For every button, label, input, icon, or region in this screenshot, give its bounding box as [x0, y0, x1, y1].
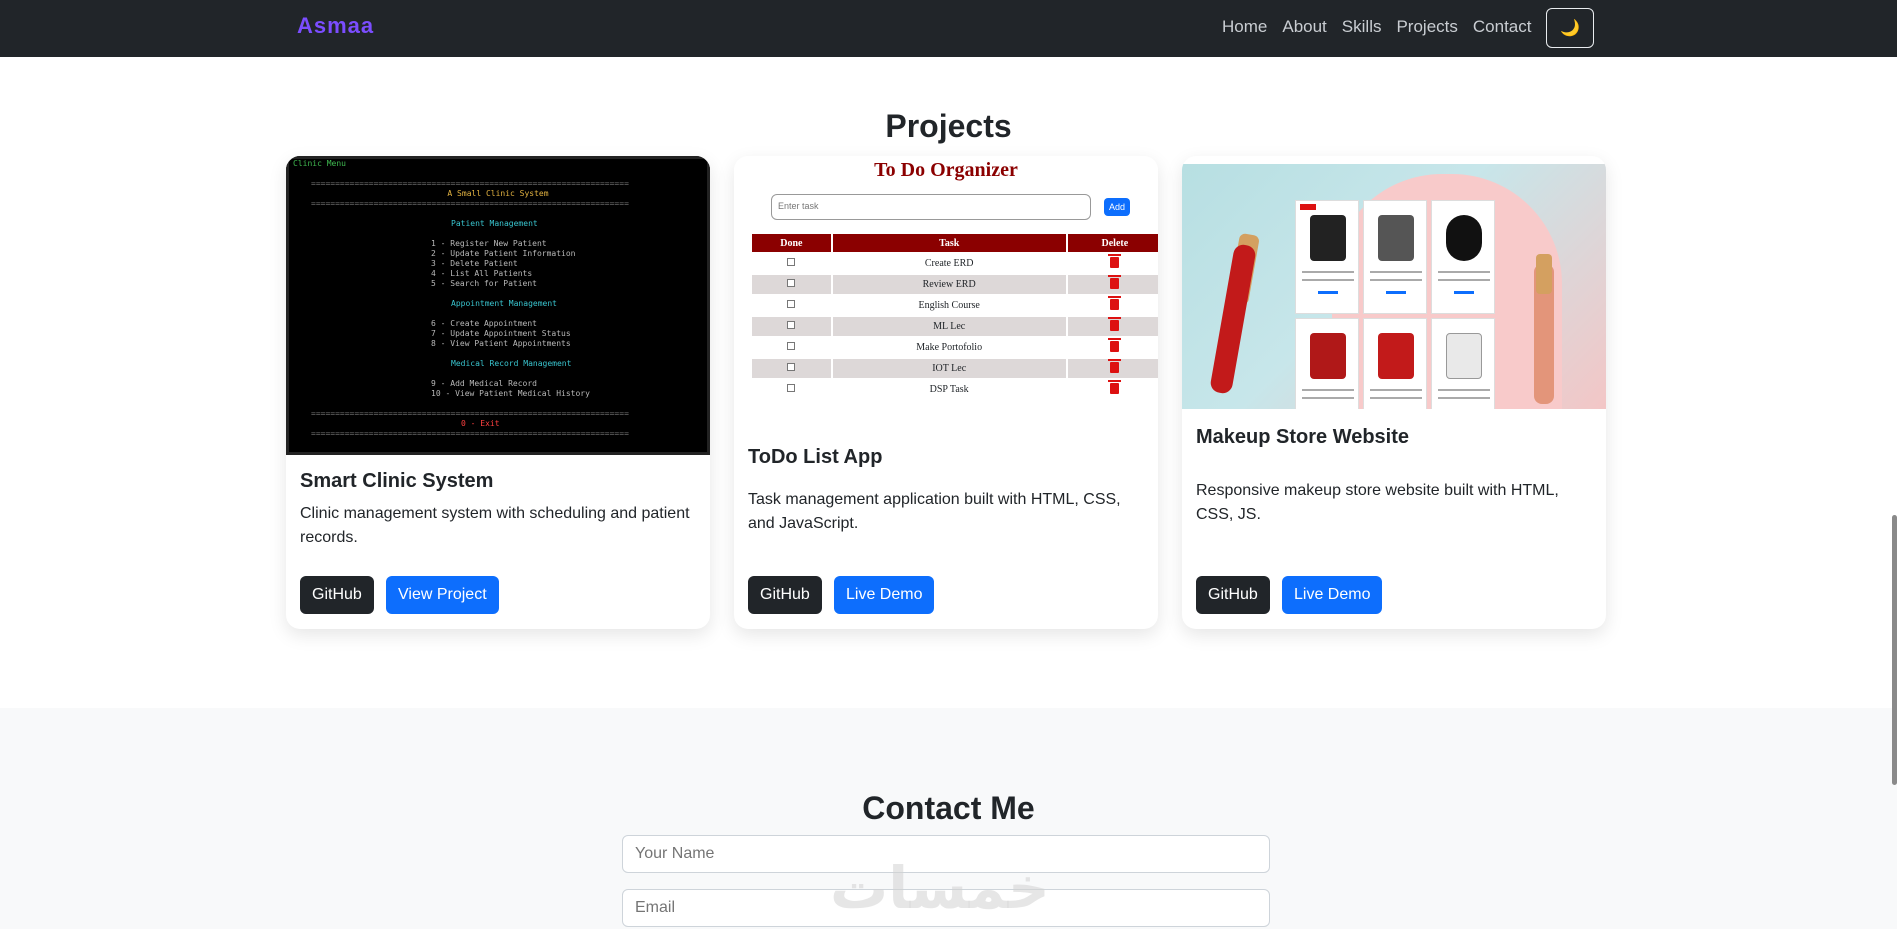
nav-link-projects[interactable]: Projects: [1396, 17, 1457, 37]
terminal-text: ========================================…: [311, 179, 685, 438]
github-button[interactable]: GitHub: [300, 576, 374, 614]
card-title: ToDo List App: [748, 446, 883, 468]
nav-links: Home About Skills Projects Contact: [1222, 17, 1531, 37]
nav-link-contact[interactable]: Contact: [1473, 17, 1532, 37]
nav-link-skills[interactable]: Skills: [1342, 17, 1382, 37]
checkbox-icon: [787, 363, 796, 371]
trash-icon: [1108, 358, 1122, 373]
moon-icon: 🌙: [1560, 20, 1580, 37]
table-row: Make Portofolio: [752, 337, 1158, 357]
card-title: Smart Clinic System: [300, 470, 494, 492]
checkbox-icon: [787, 384, 796, 392]
card-description: Responsive makeup store website built wi…: [1196, 482, 1559, 523]
trash-icon: [1108, 274, 1122, 289]
todo-preview-table: Done Task Delete Create ERD Review ERD E…: [750, 232, 1158, 401]
card-title: Makeup Store Website: [1196, 426, 1410, 448]
navbar: Asmaa Home About Skills Projects Contact…: [0, 0, 1897, 57]
checkbox-icon: [787, 279, 796, 287]
trash-icon: [1108, 295, 1122, 310]
watermark-logo: خمسات: [830, 854, 1050, 922]
project-card-makeup: Makeup Store Website Responsive makeup s…: [1182, 156, 1606, 629]
checkbox-icon: [787, 300, 796, 308]
live-demo-button[interactable]: Live Demo: [1282, 576, 1383, 614]
card-description: Task management application built with H…: [748, 491, 1121, 532]
project-image-clinic-terminal: Clinic Menu ============================…: [286, 156, 710, 455]
trash-icon: [1108, 337, 1122, 352]
checkbox-icon: [787, 321, 796, 329]
table-row: English Course: [752, 295, 1158, 315]
checkbox-icon: [787, 342, 796, 350]
view-project-button[interactable]: View Project: [386, 576, 499, 614]
nav-link-home[interactable]: Home: [1222, 17, 1267, 37]
todo-preview-add-button: Add: [1104, 198, 1130, 216]
terminal-heading: A Small Clinic System: [447, 189, 549, 198]
project-image-makeup-store: [1182, 164, 1606, 409]
card-description: Clinic management system with scheduling…: [300, 505, 690, 546]
theme-toggle-button[interactable]: 🌙: [1546, 8, 1594, 48]
nav-link-about[interactable]: About: [1282, 17, 1326, 37]
github-button[interactable]: GitHub: [748, 576, 822, 614]
table-row: ML Lec: [752, 316, 1158, 336]
table-row: Review ERD: [752, 274, 1158, 294]
scrollbar[interactable]: [1892, 515, 1897, 785]
terminal-tab-label: Clinic Menu: [293, 159, 346, 168]
todo-preview-heading: To Do Organizer: [874, 159, 1018, 181]
projects-title: Projects: [885, 108, 1012, 144]
brand-logo[interactable]: Asmaa: [297, 13, 374, 39]
project-card-todo: To Do Organizer Enter task Add Done Task…: [734, 156, 1158, 629]
table-row: DSP Task: [752, 379, 1158, 399]
github-button[interactable]: GitHub: [1196, 576, 1270, 614]
todo-preview-input: Enter task: [771, 194, 1091, 220]
table-row: IOT Lec: [752, 358, 1158, 378]
trash-icon: [1108, 253, 1122, 268]
trash-icon: [1108, 379, 1122, 394]
project-image-todo-app: To Do Organizer Enter task Add Done Task…: [734, 156, 1158, 416]
trash-icon: [1108, 316, 1122, 331]
checkbox-icon: [787, 258, 796, 266]
table-row: Create ERD: [752, 253, 1158, 273]
contact-title: Contact Me: [862, 790, 1035, 826]
project-card-smart-clinic: Clinic Menu ============================…: [286, 156, 710, 629]
live-demo-button[interactable]: Live Demo: [834, 576, 935, 614]
